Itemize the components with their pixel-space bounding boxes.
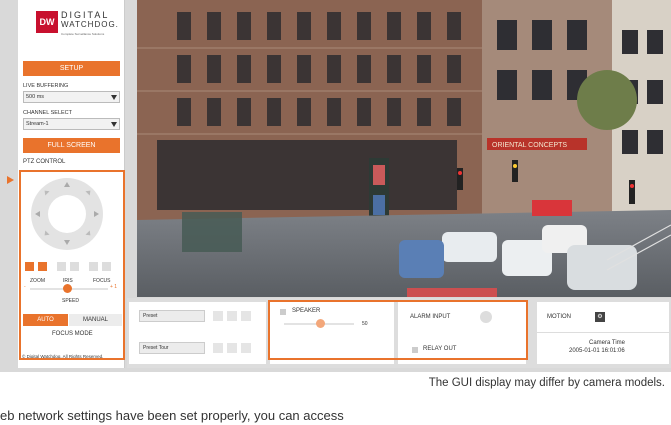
preset-tour-button-1[interactable] bbox=[213, 343, 223, 353]
video-frame: ORIENTAL CONCEPTS bbox=[137, 0, 671, 297]
camera-web-ui: DW DIGITAL WATCHDOG. Complete Surveillan… bbox=[0, 0, 671, 372]
live-buffering-value: 500 ms bbox=[26, 94, 45, 100]
motion-panel: MOTION ⚙ Camera Time 2005-01-01 16:01:06 bbox=[537, 302, 669, 364]
preset-button-2[interactable] bbox=[227, 311, 237, 321]
logo-mark: DW bbox=[36, 11, 58, 33]
preset-value: Preset bbox=[143, 313, 158, 319]
live-buffering-label: LIVE BUFFERING bbox=[23, 83, 69, 89]
audio-alarm-highlight-box bbox=[268, 300, 528, 360]
preset-button-1[interactable] bbox=[213, 311, 223, 321]
logo-tagline: Complete Surveillance Solutions bbox=[61, 32, 105, 36]
logo-line2: WATCHDOG. bbox=[61, 20, 119, 29]
preset-tour-value: Preset Tour bbox=[143, 345, 169, 351]
chevron-down-icon bbox=[111, 95, 117, 100]
preset-tour-button-3[interactable] bbox=[241, 343, 251, 353]
pointer-arrow-icon bbox=[7, 176, 14, 184]
motion-label: MOTION bbox=[547, 314, 571, 320]
live-video[interactable]: ORIENTAL CONCEPTS bbox=[137, 0, 671, 297]
setup-button[interactable]: SETUP bbox=[23, 61, 120, 76]
ptz-control-label: PTZ CONTROL bbox=[23, 159, 66, 165]
preset-button-3[interactable] bbox=[241, 311, 251, 321]
motion-icon: ⚙ bbox=[595, 312, 605, 322]
divider bbox=[537, 332, 669, 333]
footer-text: eb network settings have been set proper… bbox=[0, 408, 344, 423]
logo-line1: DIGITAL bbox=[61, 10, 110, 20]
caption-text: The GUI display may differ by camera mod… bbox=[428, 377, 665, 389]
preset-tour-select[interactable]: Preset Tour bbox=[139, 342, 205, 354]
channel-select[interactable]: Stream-1 bbox=[23, 118, 120, 130]
shop-sign-text: ORIENTAL CONCEPTS bbox=[492, 142, 567, 149]
preset-select[interactable]: Preset bbox=[139, 310, 205, 322]
full-screen-button[interactable]: FULL SCREEN bbox=[23, 138, 120, 153]
preset-tour-button-2[interactable] bbox=[227, 343, 237, 353]
logo: DW DIGITAL WATCHDOG. Complete Surveillan… bbox=[36, 8, 119, 38]
preset-panel: Preset Preset Tour bbox=[129, 302, 266, 364]
channel-select-value: Stream-1 bbox=[26, 121, 49, 127]
camera-time-label: Camera Time bbox=[589, 340, 626, 346]
camera-time-value: 2005-01-01 16:01:06 bbox=[569, 348, 625, 354]
live-buffering-select[interactable]: 500 ms bbox=[23, 91, 120, 103]
ptz-highlight-box bbox=[19, 170, 125, 360]
chevron-down-icon bbox=[111, 122, 117, 127]
channel-select-label: CHANNEL SELECT bbox=[23, 110, 73, 116]
